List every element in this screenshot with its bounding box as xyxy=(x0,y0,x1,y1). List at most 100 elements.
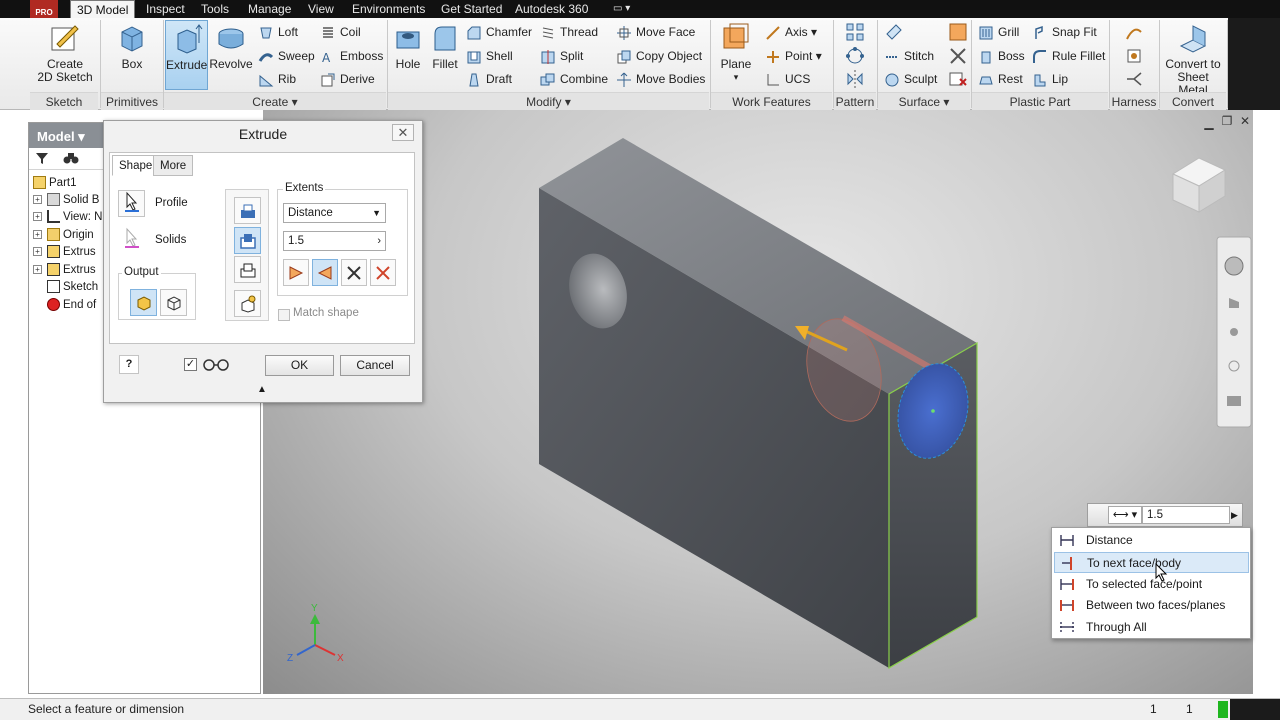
tab-inspect[interactable]: Inspect xyxy=(146,0,185,18)
draft-button[interactable]: Draft xyxy=(466,69,512,89)
rib-button[interactable]: Rib xyxy=(258,69,296,89)
restore-viewport-icon[interactable]: ❐ xyxy=(1220,114,1234,128)
thicken-icon[interactable] xyxy=(884,22,904,42)
close-viewport-icon[interactable]: ✕ xyxy=(1238,114,1252,128)
extents-type-select[interactable]: Distance ▼ xyxy=(283,203,386,223)
tab-autodesk-360[interactable]: Autodesk 360 xyxy=(515,0,588,18)
chevron-right-icon[interactable]: › xyxy=(377,232,381,250)
expand-icon[interactable]: + xyxy=(33,247,42,257)
harness-wire-icon[interactable] xyxy=(1124,22,1144,42)
chamfer-button[interactable]: Chamfer xyxy=(466,22,532,42)
snap-fit-button[interactable]: Snap Fit xyxy=(1032,22,1097,42)
help-button[interactable]: ? xyxy=(119,355,139,374)
join-button[interactable] xyxy=(234,197,261,224)
fillet-button[interactable]: Fillet xyxy=(428,20,462,90)
profile-select-button[interactable] xyxy=(118,190,145,217)
tree-item-extrusion-1[interactable]: + Extrus xyxy=(33,244,96,261)
harness-split-icon[interactable] xyxy=(1124,69,1144,89)
extents-dropdown-button[interactable]: ⟷ ▾ xyxy=(1108,506,1142,524)
menu-item-between[interactable]: Between two faces/planes xyxy=(1054,595,1249,616)
cancel-button[interactable]: Cancel xyxy=(340,355,410,376)
browser-title[interactable]: Model ▾ xyxy=(37,129,85,145)
box-button[interactable]: Box xyxy=(109,20,155,90)
zoom-icon[interactable] xyxy=(1230,328,1238,336)
lip-button[interactable]: Lip xyxy=(1032,69,1068,89)
preview-checkbox[interactable]: ✓ xyxy=(184,358,197,371)
tab-environments[interactable]: Environments xyxy=(352,0,425,18)
symmetric-button[interactable] xyxy=(341,259,367,286)
binoculars-icon[interactable] xyxy=(63,151,79,165)
plane-button[interactable]: Plane ▾ xyxy=(716,20,756,90)
derive-button[interactable]: Derive xyxy=(320,69,375,89)
ucs-button[interactable]: UCS xyxy=(765,69,810,89)
mini-distance-input[interactable]: 1.5 xyxy=(1142,506,1230,524)
tree-item-extrusion-2[interactable]: + Extrus xyxy=(33,262,96,279)
harness-pin-icon[interactable] xyxy=(1124,46,1144,66)
ok-button[interactable]: OK xyxy=(265,355,334,376)
tree-item-end-of-part[interactable]: End of xyxy=(47,297,96,314)
stitch-button[interactable]: Stitch xyxy=(884,46,934,66)
shell-button[interactable]: Shell xyxy=(466,46,513,66)
sweep-button[interactable]: Sweep xyxy=(258,46,315,66)
cut-button[interactable] xyxy=(234,227,261,254)
circular-pattern-icon[interactable] xyxy=(845,46,865,66)
loft-button[interactable]: Loft xyxy=(258,22,298,42)
tab-get-started[interactable]: Get Started xyxy=(441,0,502,18)
patch-icon[interactable] xyxy=(948,22,968,42)
tab-3d-model[interactable]: 3D Model xyxy=(70,0,136,18)
ribbon-display-toggle[interactable]: ▭ ▾ xyxy=(613,0,630,18)
solids-select-button[interactable] xyxy=(118,226,145,253)
expand-icon[interactable]: + xyxy=(33,212,42,222)
tab-more[interactable]: More xyxy=(153,155,194,176)
collapse-dialog-icon[interactable]: ▲ xyxy=(109,383,415,397)
asymmetric-button[interactable] xyxy=(370,259,396,286)
apply-arrow-icon[interactable]: ▶ xyxy=(1231,506,1241,524)
filter-icon[interactable] xyxy=(35,151,49,165)
coil-button[interactable]: Coil xyxy=(320,22,361,42)
axis-button[interactable]: Axis ▾ xyxy=(765,22,817,42)
trim-icon[interactable] xyxy=(948,46,968,66)
create-2d-sketch-button[interactable]: Create 2D Sketch xyxy=(34,20,96,90)
output-surface-button[interactable] xyxy=(160,289,187,316)
menu-item-to-next[interactable]: To next face/body xyxy=(1054,552,1249,573)
expand-icon[interactable]: + xyxy=(33,230,42,240)
tree-item-solid-bodies[interactable]: + Solid B xyxy=(33,192,99,209)
rectangular-pattern-icon[interactable] xyxy=(845,22,865,42)
look-at-icon[interactable] xyxy=(1227,396,1241,406)
move-bodies-button[interactable]: Move Bodies xyxy=(616,69,705,89)
steering-wheel-icon[interactable] xyxy=(1224,256,1244,276)
navigation-bar[interactable] xyxy=(1216,236,1252,428)
tab-manage[interactable]: Manage xyxy=(248,0,291,18)
dialog-close-button[interactable]: ✕ xyxy=(392,124,414,141)
expand-icon[interactable]: + xyxy=(33,265,42,275)
boss-button[interactable]: Boss xyxy=(978,46,1025,66)
revolve-button[interactable]: Revolve xyxy=(209,20,253,90)
direction-2-button[interactable] xyxy=(312,259,338,286)
tab-view[interactable]: View xyxy=(308,0,334,18)
rule-fillet-button[interactable]: Rule Fillet xyxy=(1032,46,1105,66)
extrude-button[interactable]: Extrude xyxy=(165,20,208,90)
tab-tools[interactable]: Tools xyxy=(201,0,229,18)
application-menu-button[interactable]: PRO xyxy=(30,0,58,18)
thread-button[interactable]: Thread xyxy=(540,22,598,42)
new-solid-button[interactable] xyxy=(234,290,261,317)
delete-face-icon[interactable] xyxy=(948,69,968,89)
hole-button[interactable]: Hole xyxy=(389,20,427,90)
tree-item-origin[interactable]: + Origin xyxy=(33,227,94,244)
split-button[interactable]: Split xyxy=(540,46,583,66)
move-face-button[interactable]: Move Face xyxy=(616,22,695,42)
emboss-button[interactable]: A Emboss xyxy=(320,46,383,66)
sculpt-button[interactable]: Sculpt xyxy=(884,69,937,89)
tree-item-part1[interactable]: Part1 xyxy=(33,175,77,192)
grill-button[interactable]: Grill xyxy=(978,22,1019,42)
menu-item-through-all[interactable]: Through All xyxy=(1054,617,1249,638)
expand-icon[interactable]: + xyxy=(33,195,42,205)
tree-item-view[interactable]: + View: N xyxy=(33,209,102,226)
direction-1-button[interactable] xyxy=(283,259,309,286)
rest-button[interactable]: Rest xyxy=(978,69,1023,89)
copy-object-button[interactable]: Copy Object xyxy=(616,46,702,66)
menu-item-to-selected[interactable]: To selected face/point xyxy=(1054,574,1249,595)
view-cube[interactable] xyxy=(1171,157,1227,213)
menu-item-distance[interactable]: Distance xyxy=(1054,530,1249,551)
combine-button[interactable]: Combine xyxy=(540,69,608,89)
